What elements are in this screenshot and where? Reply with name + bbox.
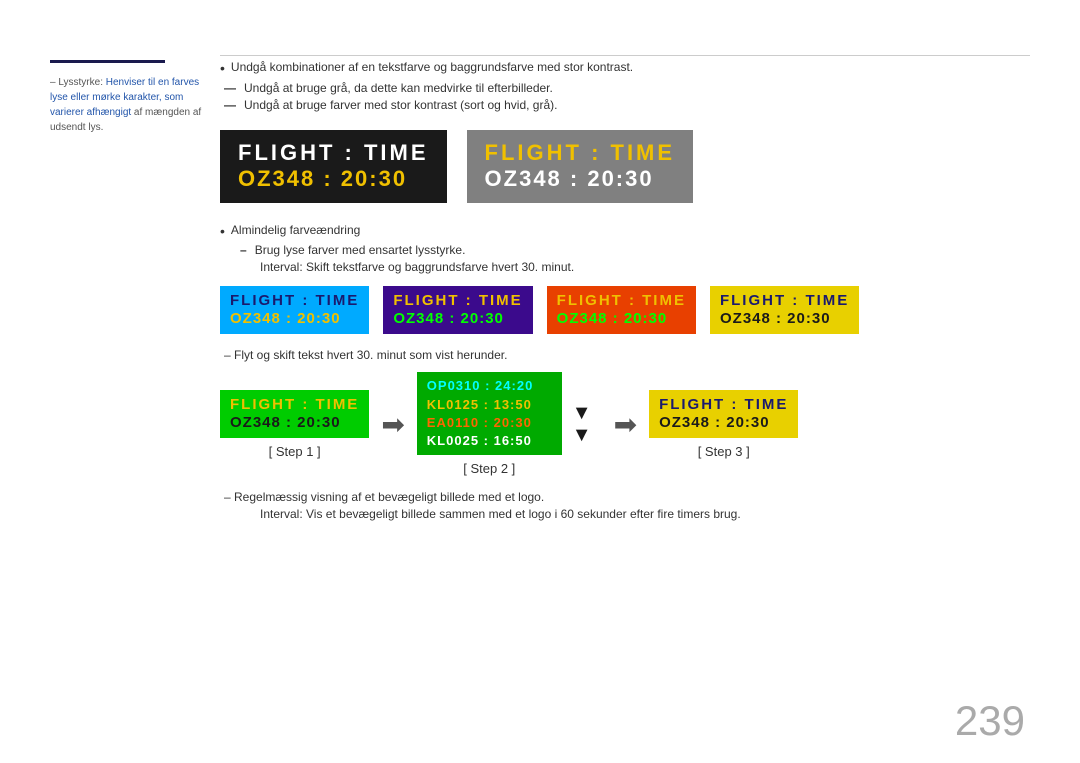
step3-label: [ Step 3 ] [698,444,750,459]
sidebar-prefix: – Lysstyrke: [50,77,106,88]
step1-row2: OZ348 : 20:30 [230,414,359,432]
step2-line2: KL0125 : 13:50 [427,396,552,414]
sub-dash-1: – [240,243,247,257]
display-gray: FLIGHT : TIME OZ348 : 20:30 [467,130,694,203]
step1-label: [ Step 1 ] [269,444,321,459]
display-gray-row1: FLIGHT : TIME [485,140,676,166]
display-dark-row2: OZ348 : 20:30 [238,166,429,192]
sub-bullet-1: – Brug lyse farver med ensartet lysstyrk… [220,243,1030,257]
display-step3: FLIGHT : TIME OZ348 : 20:30 [649,390,798,438]
section4-sub: Interval: Vis et bevægeligt billede samm… [220,507,1030,521]
main-content: • Undgå kombinationer af en tekstfarve o… [220,60,1030,524]
dash-2-text: Undgå at bruge farver med stor kontrast … [244,98,557,112]
step-2-block: OP0310 : 24:20 KL0125 : 13:50 EA0110 : 2… [417,372,562,476]
step1-row1: FLIGHT : TIME [230,396,359,414]
display-yellow-row2: OZ348 : 20:30 [720,310,849,328]
display-purple-row2: OZ348 : 20:30 [393,310,522,328]
sidebar-rule [50,60,165,63]
sidebar-text: – Lysstyrke: Henviser til en farves lyse… [50,75,205,135]
bullets-section-1: • Undgå kombinationer af en tekstfarve o… [220,60,1030,112]
step2-line3: EA0110 : 20:30 [427,414,552,432]
section3-dash-text: – Flyt og skift tekst hvert 30. minut so… [224,348,507,362]
display-step2: OP0310 : 24:20 KL0125 : 13:50 EA0110 : 2… [417,372,562,455]
step2-line4: KL0025 : 16:50 [427,432,552,450]
display-yellow-row1: FLIGHT : TIME [720,292,849,310]
step3-row2: OZ348 : 20:30 [659,414,788,432]
display-orange: FLIGHT : TIME OZ348 : 20:30 [547,286,696,334]
bullet-2-main: • Almindelig farveændring [220,223,1030,240]
dash-symbol-2: — [224,98,236,112]
arrow-right-icon-2: ➡ [614,408,637,441]
dash-1-text: Undgå at bruge grå, da dette kan medvirk… [244,81,553,95]
display-dark: FLIGHT : TIME OZ348 : 20:30 [220,130,447,203]
step-3-block: FLIGHT : TIME OZ348 : 20:30 [ Step 3 ] [649,390,798,459]
step-1-block: FLIGHT : TIME OZ348 : 20:30 [ Step 1 ] [220,390,369,459]
arrow-right-icon: ➡ [381,408,404,441]
step3-row1: FLIGHT : TIME [659,396,788,414]
sub-bullet-2: Interval: Skift tekstfarve og baggrundsf… [220,260,1030,274]
sub-bullet-1-text: Brug lyse farver med ensartet lysstyrke. [255,243,466,257]
section4-main-text: – Regelmæssig visning af et bevægeligt b… [224,490,544,504]
step2-label: [ Step 2 ] [463,461,515,476]
steps-container: FLIGHT : TIME OZ348 : 20:30 [ Step 1 ] ➡… [220,372,1030,476]
arrow-down-icon-2: ▼ [572,425,592,445]
page-number: 239 [955,697,1025,745]
section4-main: – Regelmæssig visning af et bevægeligt b… [220,490,1030,504]
display-yellow: FLIGHT : TIME OZ348 : 20:30 [710,286,859,334]
section3-dash: – Flyt og skift tekst hvert 30. minut so… [220,348,1030,362]
dash-2: — Undgå at bruge farver med stor kontras… [220,98,1030,112]
display-step1: FLIGHT : TIME OZ348 : 20:30 [220,390,369,438]
display-cyan-row2: OZ348 : 20:30 [230,310,359,328]
display-cyan: FLIGHT : TIME OZ348 : 20:30 [220,286,369,334]
display-cyan-row1: FLIGHT : TIME [230,292,359,310]
arrows-down-block: ▼ ▼ [562,403,602,445]
step2-line1: OP0310 : 24:20 [427,377,552,395]
large-displays-section: FLIGHT : TIME OZ348 : 20:30 FLIGHT : TIM… [220,130,1030,203]
bullet-2-text: Almindelig farveændring [231,223,360,237]
bullets-section-2: • Almindelig farveændring – Brug lyse fa… [220,223,1030,275]
dash-1: — Undgå at bruge grå, da dette kan medvi… [220,81,1030,95]
sub-bullet-2-text: Interval: Skift tekstfarve og baggrundsf… [260,260,574,274]
arrow-down-icon-1: ▼ [572,403,592,423]
display-orange-row2: OZ348 : 20:30 [557,310,686,328]
display-purple: FLIGHT : TIME OZ348 : 20:30 [383,286,532,334]
display-gray-row2: OZ348 : 20:30 [485,166,676,192]
bullet-1-text: Undgå kombinationer af en tekstfarve og … [231,60,633,74]
top-rule [220,55,1030,56]
section4-sub-text: Interval: Vis et bevægeligt billede samm… [260,507,741,521]
dash-symbol-1: — [224,81,236,95]
display-dark-row1: FLIGHT : TIME [238,140,429,166]
bullets-section-4: – Regelmæssig visning af et bevægeligt b… [220,490,1030,521]
bullet-dot-1: • [220,60,225,77]
bullet-dot-2: • [220,223,225,240]
display-purple-row1: FLIGHT : TIME [393,292,522,310]
display-orange-row1: FLIGHT : TIME [557,292,686,310]
sidebar: – Lysstyrke: Henviser til en farves lyse… [50,60,205,135]
arrow-1: ➡ [369,408,416,441]
small-displays-row: FLIGHT : TIME OZ348 : 20:30 FLIGHT : TIM… [220,286,1030,334]
arrow-2: ➡ [602,408,649,441]
bullet-1: • Undgå kombinationer af en tekstfarve o… [220,60,1030,77]
